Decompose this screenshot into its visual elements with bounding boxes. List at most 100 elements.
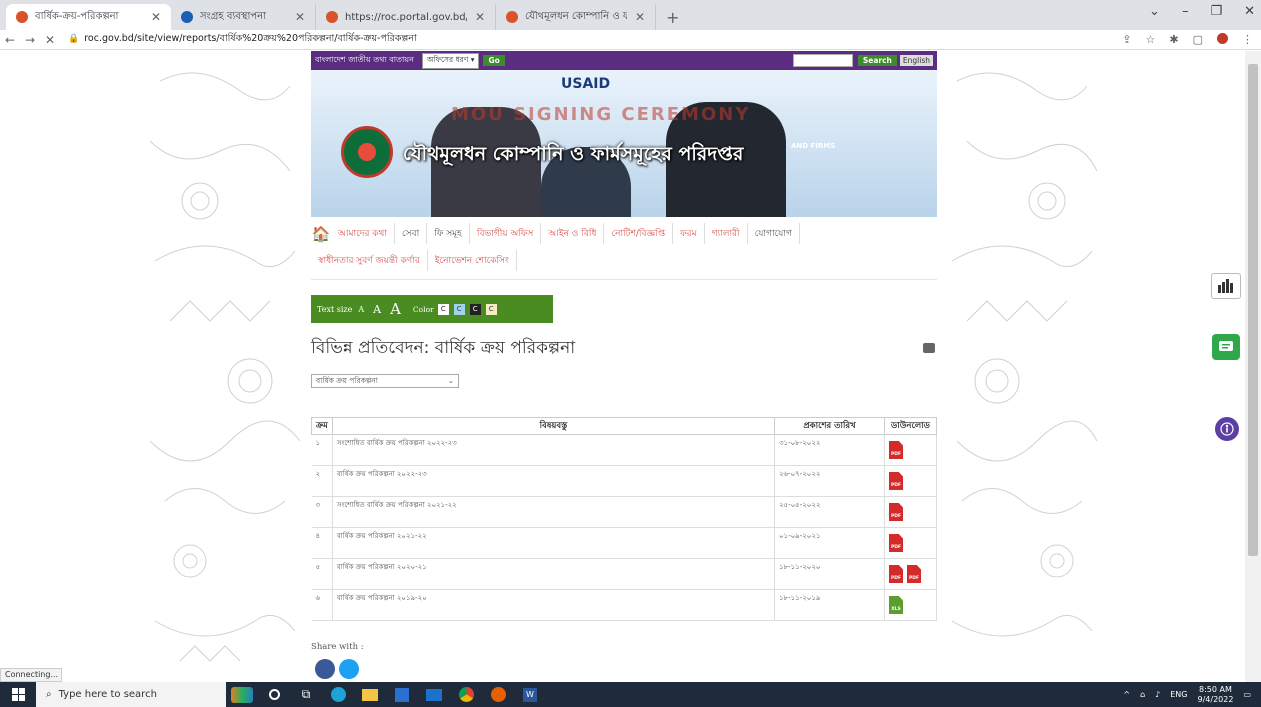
edge-icon[interactable] [322,682,354,707]
menu-item[interactable]: আইন ও বিধি [541,223,605,244]
menu-item[interactable]: সেবা [395,223,428,244]
tab-close-icon[interactable]: ✕ [475,10,485,24]
chat-widget-button[interactable] [1212,334,1240,360]
forward-icon[interactable]: → [20,33,40,47]
pdf-file-icon[interactable]: PDF [889,534,903,552]
bookmark-star-icon[interactable]: ☆ [1146,33,1156,46]
english-language-button[interactable]: English [899,55,933,66]
input-language[interactable]: ENG [1170,690,1187,699]
pdf-file-icon[interactable]: PDF [889,503,903,521]
print-icon[interactable] [923,343,935,353]
facebook-icon[interactable] [315,659,335,679]
page-viewport: বাংলাদেশ জাতীয় তথ্য বাতায়ন অফিসের ধরণ … [0,51,1245,682]
go-button[interactable]: Go [483,55,505,66]
row-date: ৩১-০৮-২০২২ [774,434,885,466]
search-button[interactable]: Search [857,55,897,66]
menu-item[interactable]: ইনোভেশন শোকেসিং [428,250,517,271]
browser-tab[interactable]: বার্ষিক-ক্রয়-পরিকল্পনা ✕ [6,4,171,30]
browser-tab[interactable]: সংগ্রহ ব্যবস্থাপনা ✕ [171,4,316,30]
pdf-file-icon[interactable]: PDF [889,441,903,459]
minimize-icon[interactable]: – [1182,4,1189,19]
new-tab-button[interactable]: + [656,4,689,30]
tab-close-icon[interactable]: ✕ [635,10,645,24]
clock[interactable]: 8:50 AM 9/4/2022 [1198,685,1234,705]
tab-favicon-icon [506,11,518,23]
table-row: ২ বার্ষিক ক্রয় পরিকল্পনা ২০২২-২৩ ২৬-০৭-২০… [311,465,937,497]
restore-icon[interactable]: ❐ [1210,4,1222,19]
sidepanel-icon[interactable]: ▢ [1193,33,1203,46]
color-scheme-button[interactable]: C [453,303,465,315]
home-icon[interactable]: 🏠 [311,225,331,243]
color-scheme-button[interactable]: C [485,303,497,315]
text-size-large-button[interactable]: A [390,300,401,318]
word-icon[interactable]: W [514,682,546,707]
mail-icon[interactable] [418,682,450,707]
browser-tab[interactable]: https://roc.portal.gov.bd/npfadm ✕ [316,4,496,30]
portal-top-strip: বাংলাদেশ জাতীয় তথ্য বাতায়ন অফিসের ধরণ … [311,51,937,70]
pdf-file-icon[interactable]: PDF [889,565,903,583]
store-icon[interactable] [386,682,418,707]
url-field[interactable]: 🔒 roc.gov.bd/site/view/reports/বার্ষিক%20… [68,32,417,47]
menu-item[interactable]: আমাদের কথা [331,223,395,244]
menu-item[interactable]: বিভাগীয় অফিস [470,223,542,244]
menu-item[interactable]: নোটিশ/বিজ্ঞপ্তি [604,223,674,244]
report-filter-value: বার্ষিক ক্রয় পরিকল্পনা [316,376,378,385]
national-portal-link[interactable]: বাংলাদেশ জাতীয় তথ্য বাতায়ন [315,54,414,67]
close-window-icon[interactable]: ✕ [1244,4,1255,19]
row-downloads: PDF [884,496,937,528]
back-icon[interactable]: ← [0,33,20,47]
file-type-label: PDF [908,576,920,581]
share-icon[interactable]: ⇪ [1122,33,1131,46]
firefox-icon[interactable] [482,682,514,707]
taskbar-search-box[interactable]: ⌕ Type here to search [36,682,226,707]
file-explorer-icon[interactable] [354,682,386,707]
tab-search-icon[interactable]: ⌄ [1149,4,1160,19]
row-downloads: PDF [884,465,937,497]
cortana-icon[interactable] [258,682,290,707]
pdf-file-icon[interactable]: PDF [907,565,921,583]
row-subject: বার্ষিক ক্রয় পরিকল্পনা ২০২২-২৩ [332,465,776,497]
notification-icon[interactable]: ▭ [1243,690,1251,699]
task-view-icon[interactable]: ⧉ [290,682,322,707]
tab-favicon-icon [181,11,193,23]
stop-icon[interactable]: ✕ [40,33,60,47]
report-filter-select[interactable]: বার্ষিক ক্রয় পরিকল্পনা ⌄ [311,374,459,388]
chrome-icon[interactable] [450,682,482,707]
office-type-select[interactable]: অফিসের ধরণ ▾ [421,52,480,69]
tab-close-icon[interactable]: ✕ [295,10,305,24]
network-icon[interactable]: ⌂ [1140,690,1145,699]
office-type-select-value: অফিসের ধরণ [426,54,469,64]
menu-kebab-icon[interactable]: ⋮ [1242,33,1253,46]
decorative-pattern-right [951,72,1098,637]
volume-icon[interactable]: ♪ [1155,690,1160,699]
widgets-icon[interactable] [226,682,258,707]
xls-file-icon[interactable]: XLS [889,596,903,614]
menu-item[interactable]: গ্যালারী [705,223,748,244]
analytics-widget-button[interactable] [1211,273,1241,299]
page-scrollbar[interactable] [1245,51,1261,682]
text-size-medium-button[interactable]: A [373,303,381,316]
browser-tab[interactable]: যৌথমূলধন কোম্পানি ও ফার্মসমূহে ✕ [496,4,656,30]
row-serial: ১ [311,434,333,466]
twitter-icon[interactable] [339,659,359,679]
system-tray: ^ ⌂ ♪ ENG 8:50 AM 9/4/2022 ▭ [1123,682,1251,707]
status-bubble: Connecting... [0,668,62,682]
color-scheme-button[interactable]: C [437,303,449,315]
accessibility-widget-button[interactable] [1215,417,1239,441]
menu-item[interactable]: ফি সমূহ [427,223,470,244]
file-type-label: PDF [890,545,902,550]
chevron-up-icon[interactable]: ^ [1123,690,1130,699]
profile-avatar[interactable] [1217,33,1228,44]
site-search-input[interactable] [792,54,853,67]
chat-bubble-icon [1219,341,1233,351]
menu-item[interactable]: স্বাধীনতার সুবর্ণ জয়ন্তী কর্ণার [311,250,428,271]
text-size-small-button[interactable]: A [358,305,364,314]
pdf-file-icon[interactable]: PDF [889,472,903,490]
color-scheme-button[interactable]: C [469,303,481,315]
windows-start-icon[interactable] [0,688,36,701]
scrollbar-thumb[interactable] [1248,64,1258,556]
extensions-icon[interactable]: ✱ [1169,33,1178,46]
menu-item[interactable]: ফরম [673,223,705,244]
tab-close-icon[interactable]: ✕ [151,10,161,24]
menu-item[interactable]: যোগাযোগ [748,223,800,244]
